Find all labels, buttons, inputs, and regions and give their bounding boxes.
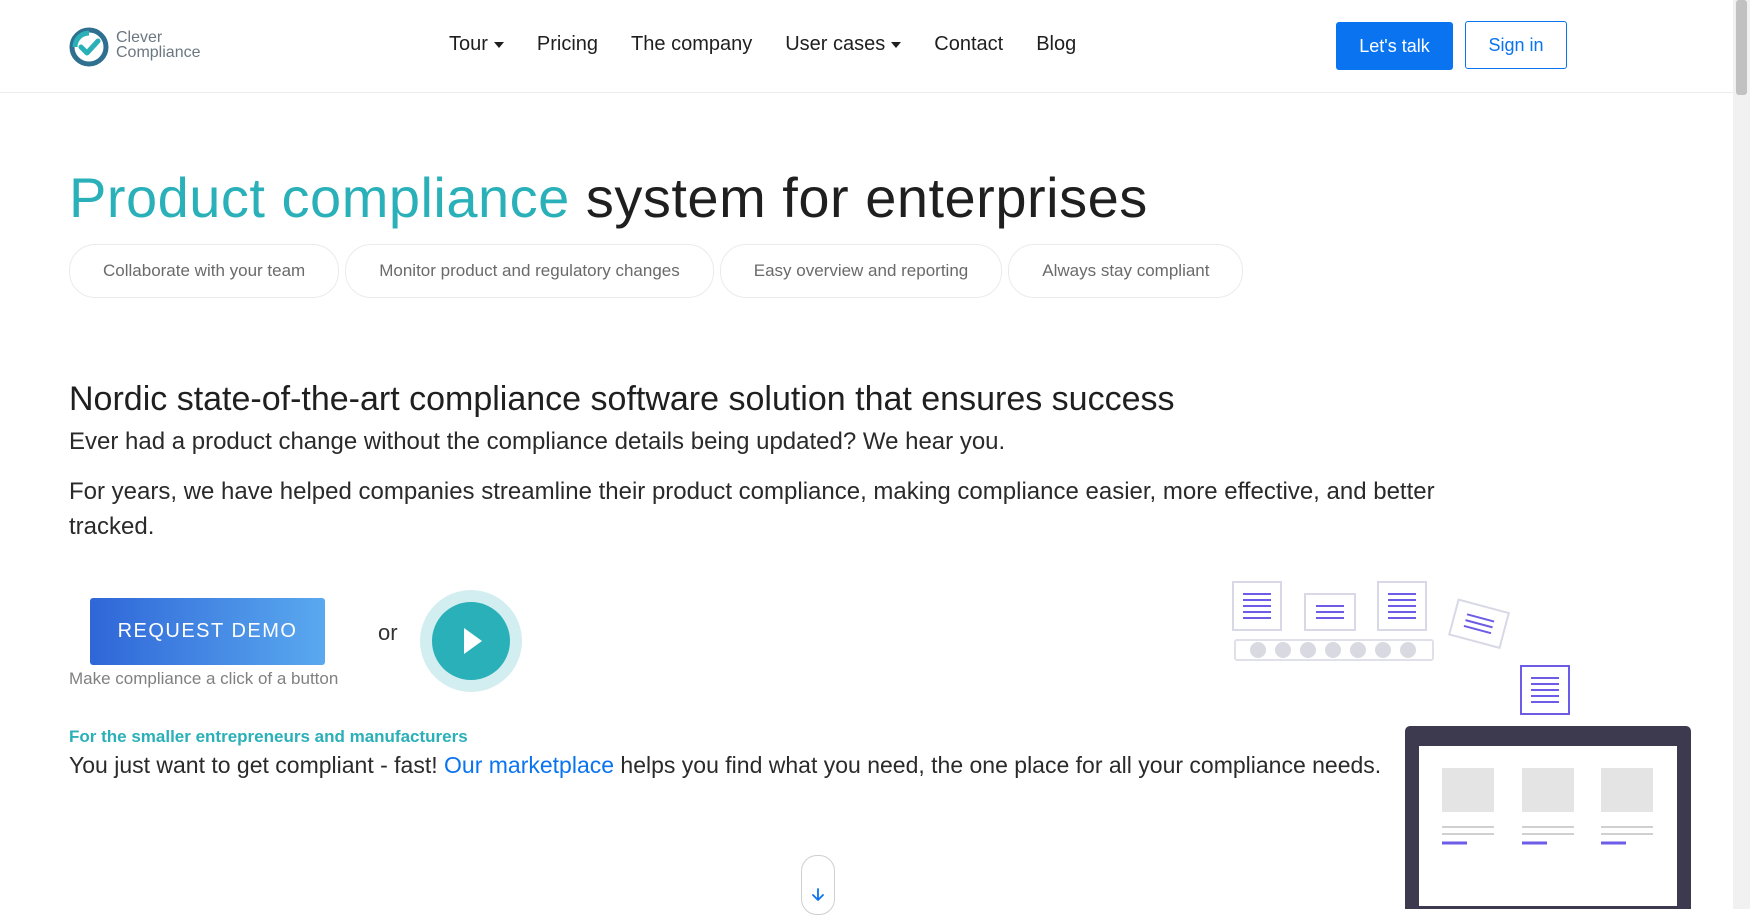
document-icon xyxy=(1377,581,1427,631)
nav-tour-label: Tour xyxy=(449,33,488,55)
intro-paragraph-1: Ever had a product change without the co… xyxy=(69,428,1006,455)
marketplace-link[interactable]: Our marketplace xyxy=(444,752,614,778)
monitor-icon xyxy=(1405,726,1691,909)
feature-pill-compliant: Always stay compliant xyxy=(1008,244,1244,298)
arrow-down-icon xyxy=(812,888,824,901)
nav-contact[interactable]: Contact xyxy=(934,33,1003,56)
nav-user-cases-label: User cases xyxy=(785,33,886,55)
logo-line2: Compliance xyxy=(116,44,201,61)
intro-paragraph-2: For years, we have helped companies stre… xyxy=(69,478,1435,540)
play-icon xyxy=(432,602,510,680)
nav-user-cases[interactable]: User cases xyxy=(785,33,902,56)
logo-line1: Clever xyxy=(116,29,163,46)
document-icon xyxy=(1448,598,1511,650)
hero-title: Product compliance system for enterprise… xyxy=(69,165,1148,230)
nav-pricing[interactable]: Pricing xyxy=(537,33,598,56)
nav-blog-label: Blog xyxy=(1036,33,1077,55)
nav-pricing-label: Pricing xyxy=(536,33,599,55)
feature-pills: Collaborate with your team Monitor produ… xyxy=(69,244,1249,298)
nav-the-company-label: The company xyxy=(631,33,753,55)
nav-the-company[interactable]: The company xyxy=(631,33,752,56)
nav-blog[interactable]: Blog xyxy=(1036,33,1076,56)
compliance-illustration xyxy=(1232,581,1691,909)
hero-title-rest: system for enterprises xyxy=(569,166,1148,229)
or-label: or xyxy=(378,620,398,645)
caret-down-icon xyxy=(493,41,504,48)
feature-pill-overview: Easy overview and reporting xyxy=(719,244,1003,298)
document-icon xyxy=(1520,665,1570,715)
smaller-business-text: You just want to get compliant - fast! O… xyxy=(69,752,1381,779)
nav-tour[interactable]: Tour xyxy=(449,33,504,56)
smaller-business-heading: For the smaller entrepreneurs and manufa… xyxy=(69,727,468,746)
play-video-button[interactable] xyxy=(420,590,522,692)
logo-check-icon xyxy=(69,27,109,67)
clever-compliance-logo[interactable]: Clever Compliance xyxy=(68,26,228,70)
smaller-text-before: You just want to get compliant - fast! xyxy=(69,752,445,778)
scrollbar-thumb[interactable] xyxy=(1736,0,1747,95)
document-icon xyxy=(1232,581,1282,631)
intro-subheading: Nordic state-of-the-art compliance softw… xyxy=(69,380,1175,418)
caret-down-icon xyxy=(891,41,902,48)
site-header: Clever Compliance Tour Pricing The compa… xyxy=(0,0,1750,93)
main-nav: Tour Pricing The company User cases Cont… xyxy=(449,33,1109,56)
page-scrollbar[interactable] xyxy=(1733,0,1750,909)
scroll-down-indicator[interactable] xyxy=(801,855,835,915)
document-icon xyxy=(1304,593,1356,631)
feature-pill-collaborate: Collaborate with your team xyxy=(69,244,340,298)
nav-contact-label: Contact xyxy=(934,33,1004,55)
conveyor-belt xyxy=(1234,639,1434,661)
sign-in-button[interactable]: Sign in xyxy=(1465,21,1567,69)
demo-caption: Make compliance a click of a button xyxy=(69,669,339,688)
request-demo-button[interactable]: REQUEST DEMO xyxy=(90,598,325,665)
lets-talk-button[interactable]: Let's talk xyxy=(1336,22,1453,70)
feature-pill-monitor: Monitor product and regulatory changes xyxy=(345,244,714,298)
hero-title-accent: Product compliance xyxy=(69,166,570,229)
logo-wordmark: Clever Compliance xyxy=(116,29,201,61)
